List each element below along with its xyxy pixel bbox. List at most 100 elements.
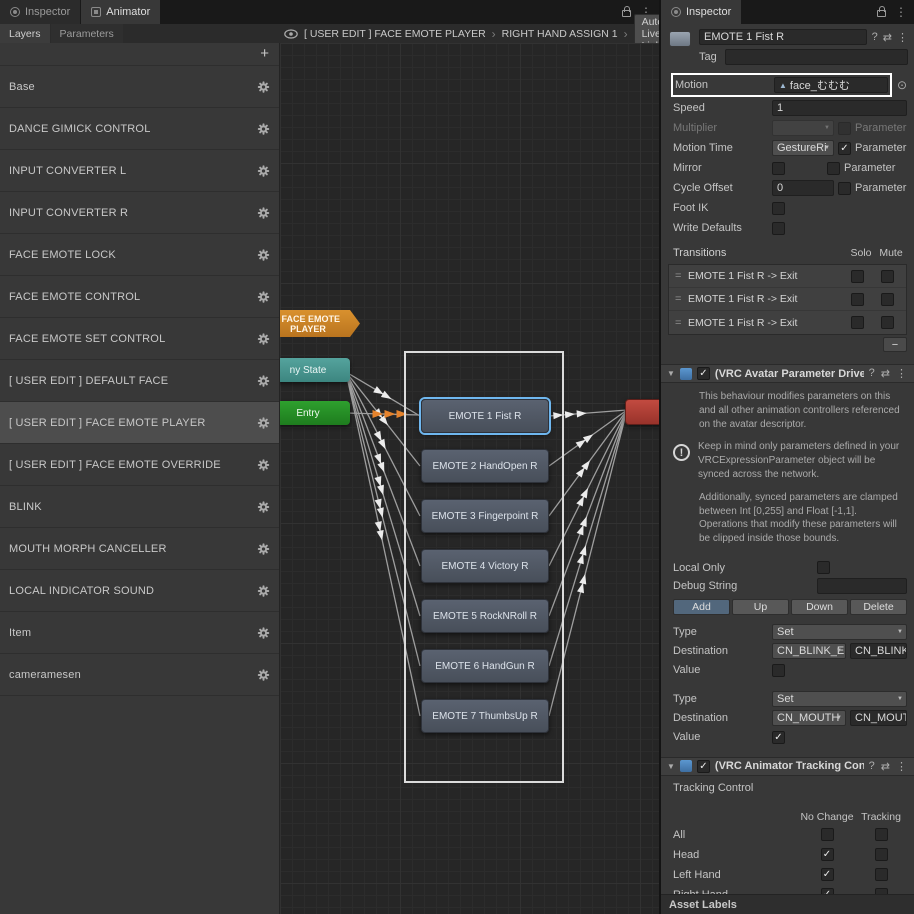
transition-row[interactable]: = EMOTE 1 Fist R -> Exit <box>669 311 906 334</box>
tab-animator[interactable]: Animator <box>81 0 161 24</box>
component-enabled-checkbox[interactable] <box>696 367 710 380</box>
layer-row[interactable]: [ USER EDIT ] DEFAULT FACE <box>0 360 279 402</box>
context-menu-icon[interactable]: ⋮ <box>896 760 907 773</box>
solo-checkbox[interactable] <box>850 316 864 329</box>
drag-handle-icon[interactable]: = <box>675 317 688 329</box>
layer-row[interactable]: FACE EMOTE CONTROL <box>0 276 279 318</box>
state-node[interactable]: EMOTE 3 Fingerpoint R <box>421 499 549 533</box>
motion-time-dropdown[interactable]: GestureRi <box>772 140 834 156</box>
gear-icon[interactable] <box>257 374 270 387</box>
foldout-icon[interactable]: ▼ <box>667 762 675 771</box>
write-defaults-checkbox[interactable] <box>772 221 785 235</box>
parameter-driver-header[interactable]: ▼ (VRC Avatar Parameter Driver ? ⇄ ⋮ <box>661 364 914 383</box>
tab-inspector-left[interactable]: Inspector <box>0 0 81 24</box>
no-change-checkbox[interactable] <box>820 868 834 882</box>
speed-field[interactable]: 1 <box>772 100 907 116</box>
exit-state-node[interactable] <box>625 399 659 425</box>
layer-row[interactable]: MOUTH MORPH CANCELLER <box>0 528 279 570</box>
visibility-eye-icon[interactable] <box>284 28 298 39</box>
cycle-offset-parameter-checkbox[interactable] <box>838 181 851 195</box>
gear-icon[interactable] <box>257 80 270 93</box>
state-node[interactable]: EMOTE 1 Fist R <box>421 399 549 433</box>
gear-icon[interactable] <box>257 332 270 345</box>
presets-icon[interactable]: ⇄ <box>883 31 892 44</box>
solo-checkbox[interactable] <box>850 269 864 283</box>
remove-transition-button[interactable]: − <box>883 337 907 352</box>
drag-handle-icon[interactable]: = <box>675 270 688 282</box>
action-button[interactable]: Up <box>732 598 789 615</box>
action-button[interactable]: Delete <box>850 598 907 615</box>
mute-checkbox[interactable] <box>880 316 894 329</box>
window-menu-icon[interactable]: ⋮ <box>895 5 907 19</box>
state-node[interactable]: EMOTE 5 RockNRoll R <box>421 599 549 633</box>
state-name-field[interactable]: EMOTE 1 Fist R <box>699 29 867 45</box>
no-change-checkbox[interactable] <box>820 848 834 862</box>
layer-row[interactable]: [ USER EDIT ] FACE EMOTE OVERRIDE <box>0 444 279 486</box>
tab-inspector[interactable]: Inspector <box>661 0 742 24</box>
value-checkbox[interactable] <box>772 730 785 744</box>
layer-row[interactable]: [ USER EDIT ] FACE EMOTE PLAYER <box>0 402 279 444</box>
type-dropdown[interactable]: Set <box>772 624 907 641</box>
help-icon[interactable]: ? <box>869 760 875 773</box>
foot-ik-checkbox[interactable] <box>772 201 785 215</box>
multiplier-dropdown[interactable] <box>772 120 834 136</box>
tracking-control-header[interactable]: ▼ (VRC Animator Tracking Contr ? ⇄ ⋮ <box>661 756 914 776</box>
tag-field[interactable] <box>724 49 908 65</box>
gear-icon[interactable] <box>257 584 270 597</box>
no-change-checkbox[interactable] <box>820 828 834 842</box>
gear-icon[interactable] <box>257 626 270 639</box>
destination-dropdown[interactable]: CN_MOUTH <box>772 710 846 727</box>
transition-row[interactable]: = EMOTE 1 Fist R -> Exit <box>669 265 906 288</box>
help-icon[interactable]: ? <box>869 367 875 380</box>
motion-field[interactable]: ▲ face_むむむ <box>774 77 888 93</box>
gear-icon[interactable] <box>257 164 270 177</box>
add-layer-button[interactable]: + <box>260 45 269 62</box>
layer-row[interactable]: FACE EMOTE LOCK <box>0 234 279 276</box>
state-node[interactable]: EMOTE 2 HandOpen R <box>421 449 549 483</box>
value-checkbox[interactable] <box>772 663 785 677</box>
tracking-checkbox[interactable] <box>874 868 888 882</box>
gear-icon[interactable] <box>257 668 270 681</box>
tracking-checkbox[interactable] <box>874 828 888 842</box>
foldout-icon[interactable]: ▼ <box>667 369 675 378</box>
mirror-checkbox[interactable] <box>772 161 785 175</box>
destination-field[interactable]: CN_BLINK_EN <box>850 643 907 660</box>
component-enabled-checkbox[interactable] <box>696 759 710 773</box>
type-dropdown[interactable]: Set <box>772 691 907 708</box>
gear-icon[interactable] <box>257 416 270 429</box>
tracking-checkbox[interactable] <box>874 848 888 862</box>
layer-row[interactable]: FACE EMOTE SET CONTROL <box>0 318 279 360</box>
mute-checkbox[interactable] <box>880 269 894 283</box>
presets-icon[interactable]: ⇄ <box>881 367 890 380</box>
layer-row[interactable]: LOCAL INDICATOR SOUND <box>0 570 279 612</box>
mirror-parameter-checkbox[interactable] <box>827 161 840 175</box>
multiplier-parameter-checkbox[interactable] <box>838 121 851 135</box>
animator-graph-canvas[interactable]: ] FACE EMOTE PLAYER ny State Entry EMOTE… <box>280 43 659 914</box>
breadcrumb-segment[interactable]: [ USER EDIT ] FACE EMOTE PLAYER <box>304 28 486 40</box>
action-button[interactable]: Add <box>673 598 730 615</box>
object-picker-icon[interactable]: ⊙ <box>897 78 907 92</box>
local-only-checkbox[interactable] <box>817 561 830 575</box>
layer-row[interactable]: Base <box>0 66 279 108</box>
presets-icon[interactable]: ⇄ <box>881 760 890 773</box>
destination-field[interactable]: CN_MOUTH_M <box>850 710 907 727</box>
gear-icon[interactable] <box>257 206 270 219</box>
state-node[interactable]: EMOTE 4 Victory R <box>421 549 549 583</box>
asset-labels-bar[interactable]: Asset Labels <box>661 894 914 914</box>
cycle-offset-field[interactable]: 0 <box>772 180 834 196</box>
drag-handle-icon[interactable]: = <box>675 293 688 305</box>
state-node[interactable]: EMOTE 7 ThumbsUp R <box>421 699 549 733</box>
tab-parameters[interactable]: Parameters <box>50 24 123 43</box>
gear-icon[interactable] <box>257 248 270 261</box>
action-button[interactable]: Down <box>791 598 848 615</box>
layer-row[interactable]: Item <box>0 612 279 654</box>
gear-icon[interactable] <box>257 122 270 135</box>
layer-row[interactable]: INPUT CONVERTER L <box>0 150 279 192</box>
lock-icon[interactable] <box>877 6 886 17</box>
layer-row[interactable]: BLINK <box>0 486 279 528</box>
gear-icon[interactable] <box>257 290 270 303</box>
help-icon[interactable]: ? <box>872 31 878 43</box>
gear-icon[interactable] <box>257 542 270 555</box>
gear-icon[interactable] <box>257 458 270 471</box>
lock-icon[interactable] <box>622 6 631 17</box>
